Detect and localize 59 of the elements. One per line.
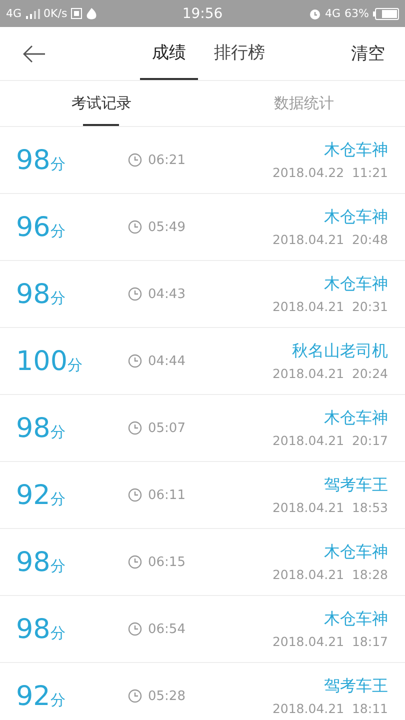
alarm-icon bbox=[309, 8, 322, 20]
user-name: 木仓车神 bbox=[324, 274, 388, 295]
network-type: 4G bbox=[6, 7, 22, 20]
user-name: 木仓车神 bbox=[324, 542, 388, 563]
duration-text: 05:07 bbox=[148, 420, 186, 436]
duration-text: 06:21 bbox=[148, 152, 186, 168]
network-speed: 0K/s bbox=[44, 7, 68, 20]
duration-text: 05:28 bbox=[148, 688, 186, 704]
user-name: 木仓车神 bbox=[324, 609, 388, 630]
date-time: 2018.04.21 18:11 bbox=[272, 701, 388, 716]
clock-icon bbox=[128, 555, 142, 569]
score-text: 98分 bbox=[16, 278, 66, 310]
score-text: 98分 bbox=[16, 546, 66, 578]
score-text: 92分 bbox=[16, 680, 66, 712]
date-time: 2018.04.21 20:48 bbox=[272, 232, 388, 247]
duration-text: 06:15 bbox=[148, 554, 186, 570]
clock-icon bbox=[128, 488, 142, 502]
clock-icon bbox=[128, 622, 142, 636]
duration-text: 04:43 bbox=[148, 286, 186, 302]
score-text: 98分 bbox=[16, 144, 66, 176]
date-time: 2018.04.21 18:28 bbox=[272, 567, 388, 582]
clock-time: 19:56 bbox=[182, 6, 223, 22]
user-name: 木仓车神 bbox=[324, 408, 388, 429]
score-text: 98分 bbox=[16, 614, 66, 644]
date-time: 2018.04.21 20:24 bbox=[272, 366, 388, 381]
app-icon bbox=[71, 8, 82, 19]
clock-icon bbox=[128, 354, 142, 368]
clock-icon bbox=[128, 287, 142, 301]
date-time: 2018.04.21 20:31 bbox=[272, 299, 388, 314]
score-text: 100分 bbox=[16, 346, 84, 376]
network-type: 4G bbox=[325, 7, 341, 20]
user-name: 木仓车神 bbox=[324, 140, 388, 161]
date-time: 2018.04.22 11:21 bbox=[272, 165, 388, 180]
header-tab[interactable]: 排行榜 bbox=[202, 27, 277, 80]
user-name: 驾考车王 bbox=[324, 676, 388, 697]
header-tab[interactable]: 成绩 bbox=[140, 27, 198, 80]
duration-text: 04:44 bbox=[148, 354, 186, 368]
battery-icon bbox=[373, 8, 399, 20]
clear-button[interactable]: 清空 bbox=[351, 42, 385, 65]
clock-icon bbox=[128, 421, 142, 435]
date-time: 2018.04.21 20:17 bbox=[272, 433, 388, 448]
score-text: 98分 bbox=[16, 412, 66, 444]
battery-percent: 63% bbox=[344, 7, 369, 20]
duration-text: 06:54 bbox=[148, 622, 186, 636]
score-text: 92分 bbox=[16, 480, 66, 510]
date-time: 2018.04.21 18:17 bbox=[272, 634, 388, 649]
score-text: 96分 bbox=[16, 212, 66, 242]
sub-tab[interactable]: 考试记录 bbox=[0, 81, 202, 126]
back-arrow-icon bbox=[22, 44, 46, 62]
clock-icon bbox=[128, 689, 142, 703]
clock-icon bbox=[128, 220, 142, 234]
user-name: 驾考车王 bbox=[324, 475, 388, 496]
signal-icon bbox=[26, 8, 40, 18]
clock-icon bbox=[128, 153, 142, 167]
duration-text: 05:49 bbox=[148, 220, 186, 234]
date-time: 2018.04.21 18:53 bbox=[272, 500, 388, 515]
duration-text: 06:11 bbox=[148, 488, 186, 502]
user-name: 木仓车神 bbox=[324, 207, 388, 228]
user-name: 秋名山老司机 bbox=[292, 341, 388, 362]
